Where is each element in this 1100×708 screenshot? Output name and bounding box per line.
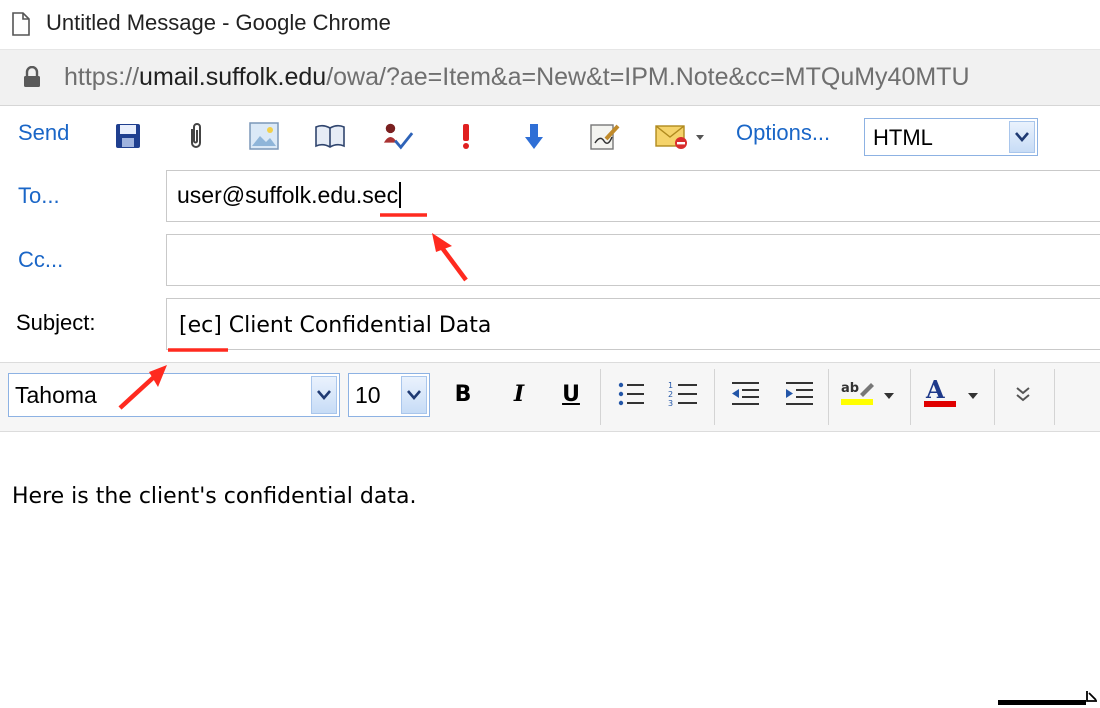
to-value-text: user@suffolk.edu.sec — [177, 182, 402, 209]
cc-field[interactable] — [166, 234, 1100, 286]
address-bar[interactable]: https://umail.suffolk.edu/owa/?ae=Item&a… — [0, 50, 1100, 106]
increase-indent-icon[interactable] — [782, 377, 816, 411]
font-size-value: 10 — [355, 382, 381, 408]
message-body-editor[interactable]: Here is the client's confidential data. — [0, 432, 1100, 708]
to-field[interactable]: user@suffolk.edu.sec — [166, 170, 1100, 222]
resize-bar — [998, 700, 1086, 705]
resize-handle-icon[interactable] — [1084, 690, 1098, 704]
underline-button[interactable]: U — [554, 377, 588, 411]
chevron-down-icon[interactable] — [1009, 121, 1035, 153]
svg-text:1: 1 — [668, 381, 673, 390]
cc-button[interactable]: Cc... — [18, 247, 63, 273]
italic-button[interactable]: I — [502, 377, 536, 411]
url-path: /owa/?ae=Item&a=New&t=IPM.Note&cc=MTQuMy… — [326, 63, 970, 91]
font-family-select[interactable]: Tahoma — [8, 373, 340, 417]
font-family-value: Tahoma — [15, 382, 97, 408]
window-title: Untitled Message - Google Chrome — [46, 10, 391, 35]
bold-button[interactable]: B — [446, 377, 480, 411]
chevron-down-icon[interactable] — [311, 376, 337, 414]
options-button[interactable]: Options... — [736, 120, 830, 146]
more-options-icon[interactable] — [1006, 377, 1040, 411]
low-importance-icon[interactable] — [518, 120, 550, 152]
highlight-color-button[interactable]: ab ab — [840, 377, 900, 411]
svg-text:A: A — [925, 377, 945, 404]
svg-text:2: 2 — [668, 390, 673, 399]
lock-icon — [24, 66, 40, 87]
toolbar-separator — [1054, 369, 1055, 425]
url-scheme: https:// — [64, 63, 140, 91]
svg-text:ab: ab — [841, 381, 859, 396]
font-size-select[interactable]: 10 — [348, 373, 430, 417]
subject-value: [ec] Client Confidential Data — [179, 313, 492, 338]
title-bar: Untitled Message - Google Chrome — [0, 0, 1100, 50]
message-format-select[interactable]: HTML — [864, 118, 1038, 156]
url-host: umail.suffolk.edu — [139, 63, 327, 91]
toolbar-separator — [994, 369, 995, 425]
message-format-value: HTML — [873, 125, 933, 150]
to-value: user@suffolk.edu.sec — [177, 182, 399, 208]
high-importance-icon[interactable] — [450, 120, 482, 152]
check-names-icon[interactable] — [382, 120, 414, 152]
signature-icon[interactable] — [588, 120, 620, 152]
save-icon[interactable] — [112, 120, 144, 152]
text-caret — [399, 182, 402, 208]
toolbar-separator — [600, 369, 601, 425]
subject-label: Subject: — [16, 310, 96, 335]
font-color-button[interactable]: A A — [922, 377, 982, 411]
chevron-down-icon[interactable] — [401, 376, 427, 414]
document-icon — [12, 12, 30, 36]
address-book-icon[interactable] — [314, 120, 346, 152]
message-flag-icon[interactable] — [654, 120, 708, 152]
toolbar-separator — [910, 369, 911, 425]
svg-text:3: 3 — [668, 399, 673, 408]
decrease-indent-icon[interactable] — [728, 377, 762, 411]
numbered-list-icon[interactable]: 123 — [666, 377, 700, 411]
attach-icon[interactable] — [180, 120, 212, 152]
to-button[interactable]: To... — [18, 183, 60, 209]
toolbar-separator — [714, 369, 715, 425]
message-body-text: Here is the client's confidential data. — [12, 484, 417, 509]
insert-image-icon[interactable] — [248, 120, 280, 152]
formatting-toolbar: Tahoma 10 B I U 123 ab ab A A — [0, 362, 1100, 432]
send-button[interactable]: Send — [18, 120, 69, 146]
url-text[interactable]: https://umail.suffolk.edu/owa/?ae=Item&a… — [64, 63, 970, 92]
bullet-list-icon[interactable] — [614, 377, 648, 411]
toolbar-separator — [828, 369, 829, 425]
message-toolbar: Send Options... HTML — [0, 106, 1100, 166]
subject-field[interactable]: [ec] Client Confidential Data — [166, 298, 1100, 350]
